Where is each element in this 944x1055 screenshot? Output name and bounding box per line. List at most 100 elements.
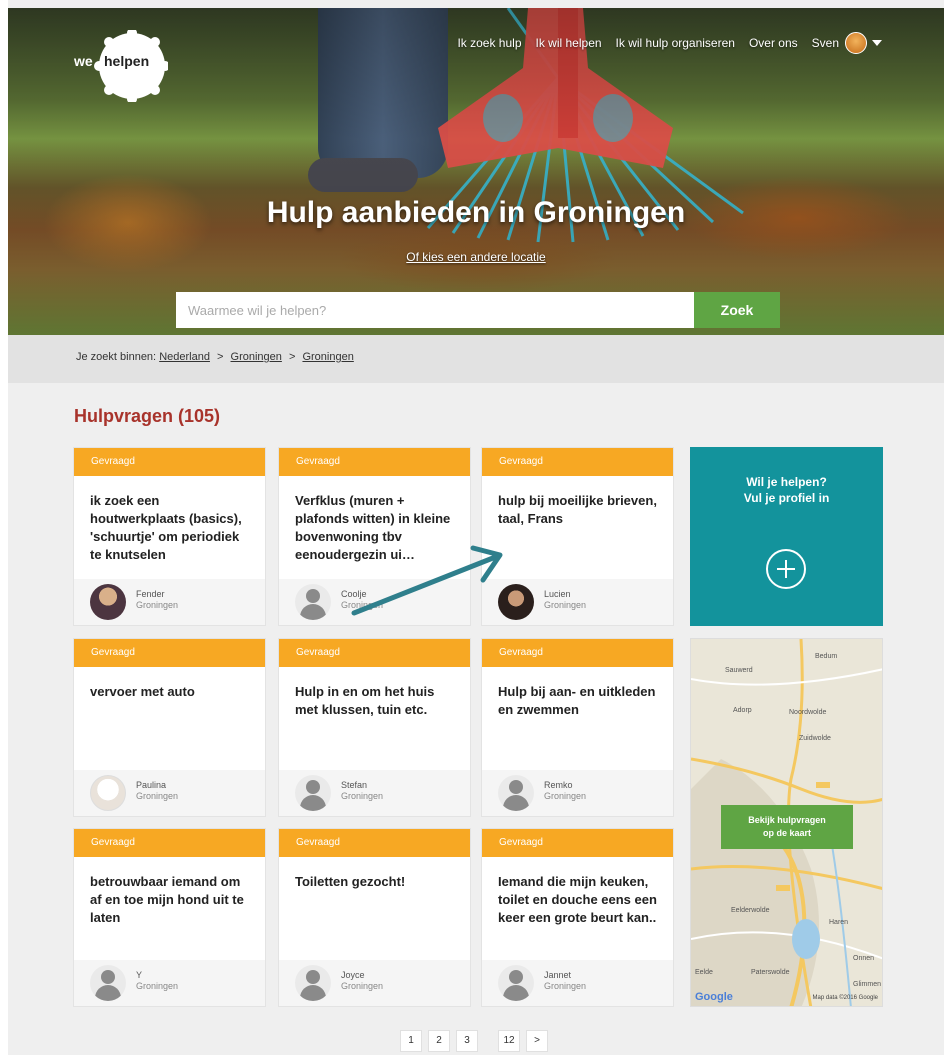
status-badge: Gevraagd bbox=[482, 448, 673, 476]
cta-line-2: Vul je profiel in bbox=[743, 491, 830, 505]
request-card[interactable]: Gevraagd Iemand die mijn keuken, toilet … bbox=[481, 828, 674, 1007]
user-city: Groningen bbox=[341, 791, 384, 801]
request-card[interactable]: Gevraagd Hulp in en om het huis met klus… bbox=[278, 638, 471, 817]
caret-down-icon bbox=[872, 40, 882, 46]
status-badge: Gevraagd bbox=[482, 829, 673, 857]
plus-icon[interactable] bbox=[766, 549, 806, 589]
section-title: Hulpvragen (105) bbox=[74, 406, 221, 426]
search-bar: Zoek bbox=[176, 292, 780, 328]
logo-helpen: helpen bbox=[104, 53, 150, 69]
breadcrumb-groningen-province[interactable]: Groningen bbox=[231, 351, 282, 363]
map-button-line-1: Bekijk hulpvragen bbox=[748, 815, 826, 825]
search-input[interactable] bbox=[176, 292, 694, 328]
user-city: Groningen bbox=[136, 791, 179, 801]
avatar bbox=[90, 775, 126, 811]
user-name: Fender bbox=[136, 589, 165, 599]
request-card[interactable]: Gevraagd Hulp bij aan- en uitkleden en z… bbox=[481, 638, 674, 817]
map-attribution: Map data ©2016 Google bbox=[812, 995, 878, 1001]
map-label: Eelde bbox=[695, 969, 713, 976]
map-label: Zuidwolde bbox=[799, 735, 831, 742]
next-page-button[interactable]: > bbox=[526, 1030, 548, 1052]
user-city: Groningen bbox=[136, 981, 179, 991]
view-on-map-button[interactable]: Bekijk hulpvragen op de kaart bbox=[721, 805, 853, 849]
status-badge: Gevraagd bbox=[279, 639, 470, 667]
request-card[interactable]: Gevraagd Toiletten gezocht! Joyce Gronin… bbox=[278, 828, 471, 1007]
hero-title: Hulp aanbieden in Groningen bbox=[266, 196, 686, 229]
breadcrumb: Je zoekt binnen: Nederland > Groningen >… bbox=[76, 351, 354, 363]
map-label: Eelderwolde bbox=[731, 907, 770, 914]
avatar-placeholder-icon bbox=[90, 965, 126, 1001]
nav-ik-wil-helpen[interactable]: Ik wil helpen bbox=[536, 36, 602, 50]
request-card[interactable]: Gevraagd ik zoek een houtwerkplaats (bas… bbox=[73, 447, 266, 626]
user-city: Groningen bbox=[544, 981, 587, 991]
nav-ik-zoek-hulp[interactable]: Ik zoek hulp bbox=[457, 36, 521, 50]
breadcrumb-separator: > bbox=[217, 351, 224, 363]
avatar bbox=[90, 584, 126, 620]
annotation-arrow-icon bbox=[351, 545, 503, 616]
status-badge: Gevraagd bbox=[74, 448, 265, 476]
cta-line-1: Wil je helpen? bbox=[746, 475, 827, 489]
user-name: Jannet bbox=[544, 970, 572, 980]
map-label: Adorp bbox=[733, 707, 752, 714]
map-label: Haren bbox=[829, 919, 849, 926]
pagination: 1 2 3 12 > bbox=[400, 1030, 548, 1052]
user-name: Joyce bbox=[341, 970, 365, 980]
request-title: ik zoek een houtwerkplaats (basics), 'sc… bbox=[90, 493, 242, 562]
page-1[interactable]: 1 bbox=[400, 1030, 422, 1052]
status-badge: Gevraagd bbox=[74, 829, 265, 857]
breadcrumb-nederland[interactable]: Nederland bbox=[159, 351, 210, 363]
avatar-placeholder-icon bbox=[295, 584, 331, 620]
map-label: Noordwolde bbox=[789, 709, 827, 716]
status-badge: Gevraagd bbox=[74, 639, 265, 667]
top-navigation: Ik zoek hulp Ik wil helpen Ik wil hulp o… bbox=[443, 32, 882, 54]
request-card[interactable]: Gevraagd vervoer met auto Paulina Gronin… bbox=[73, 638, 266, 817]
request-title: Hulp in en om het huis met klussen, tuin… bbox=[295, 684, 435, 717]
request-title: vervoer met auto bbox=[90, 684, 195, 699]
user-avatar bbox=[845, 32, 867, 54]
user-name: Paulina bbox=[136, 780, 167, 790]
request-title: betrouwbaar iemand om af en toe mijn hon… bbox=[90, 874, 244, 925]
map-tile[interactable]: Sauwerd Bedum Adorp Noordwolde Zuidwolde… bbox=[690, 638, 883, 1007]
profile-cta-tile[interactable]: Wil je helpen? Vul je profiel in bbox=[690, 447, 883, 626]
user-city: Groningen bbox=[341, 981, 384, 991]
hero-banner: we helpen Ik zoek hulp Ik wil helpen Ik … bbox=[8, 8, 944, 335]
map-label: Bedum bbox=[815, 653, 838, 660]
user-menu[interactable]: Sven bbox=[812, 32, 882, 54]
user-name: Lucien bbox=[544, 589, 571, 599]
map-label: Onnen bbox=[853, 955, 875, 962]
breadcrumb-separator: > bbox=[288, 351, 296, 363]
search-button[interactable]: Zoek bbox=[694, 292, 780, 328]
page-12[interactable]: 12 bbox=[498, 1030, 520, 1052]
avatar-placeholder-icon bbox=[295, 775, 331, 811]
status-badge: Gevraagd bbox=[279, 829, 470, 857]
request-card[interactable]: Gevraagd betrouwbaar iemand om af en toe… bbox=[73, 828, 266, 1007]
breadcrumb-bar: Je zoekt binnen: Nederland > Groningen >… bbox=[8, 335, 944, 383]
request-title: Toiletten gezocht! bbox=[295, 874, 406, 889]
page-2[interactable]: 2 bbox=[428, 1030, 450, 1052]
logo-we: we bbox=[74, 53, 93, 69]
user-city: Groningen bbox=[136, 600, 179, 610]
request-title: Hulp bij aan- en uitkleden en zwemmen bbox=[498, 684, 656, 717]
user-name: Y bbox=[136, 970, 143, 980]
page: we helpen Ik zoek hulp Ik wil helpen Ik … bbox=[8, 0, 944, 1055]
google-logo: Google bbox=[695, 991, 733, 1003]
breadcrumb-groningen-city[interactable]: Groningen bbox=[302, 351, 353, 363]
pagination-gap bbox=[484, 1030, 492, 1052]
map-label: Sauwerd bbox=[725, 667, 753, 674]
logo[interactable]: we helpen bbox=[72, 28, 170, 104]
request-title: Iemand die mijn keuken, toilet en douche… bbox=[498, 874, 657, 925]
user-name: Stefan bbox=[341, 780, 368, 790]
user-name: Sven bbox=[811, 36, 839, 50]
page-3[interactable]: 3 bbox=[456, 1030, 478, 1052]
user-city: Groningen bbox=[544, 791, 587, 801]
status-badge: Gevraagd bbox=[482, 639, 673, 667]
breadcrumb-prefix: Je zoekt binnen: bbox=[76, 351, 157, 363]
nav-over-ons[interactable]: Over ons bbox=[749, 36, 798, 50]
map-label: Glimmen bbox=[853, 981, 882, 988]
nav-ik-wil-hulp-organiseren[interactable]: Ik wil hulp organiseren bbox=[616, 36, 735, 50]
avatar-placeholder-icon bbox=[498, 965, 534, 1001]
map-label: Paterswolde bbox=[751, 969, 790, 976]
map-button-line-2: op de kaart bbox=[762, 828, 811, 838]
avatar-placeholder-icon bbox=[295, 965, 331, 1001]
change-location-link[interactable]: Of kies een andere locatie bbox=[406, 250, 545, 264]
